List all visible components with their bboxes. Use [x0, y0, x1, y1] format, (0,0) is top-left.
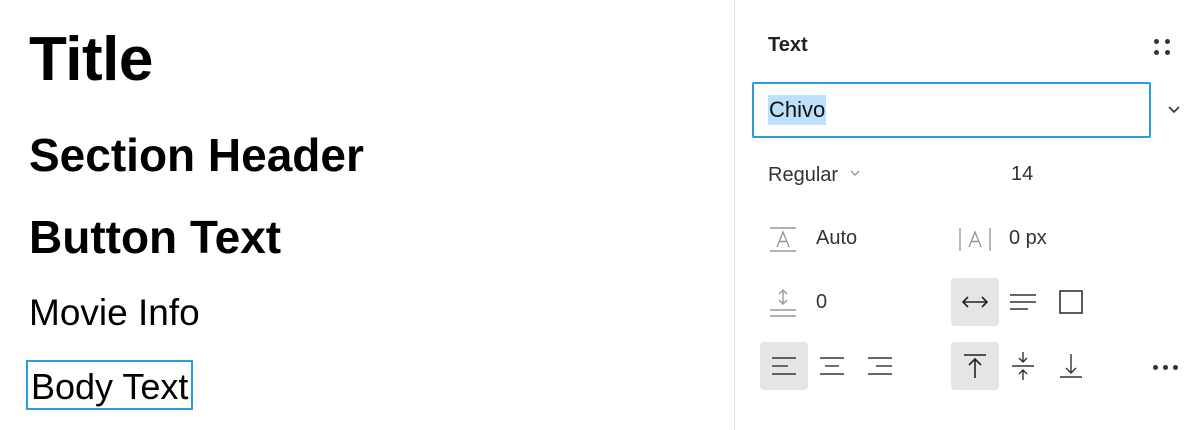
- fixed-size-icon: [1059, 290, 1083, 314]
- fixed-size-button[interactable]: [1047, 278, 1095, 326]
- align-top-button[interactable]: [951, 342, 999, 390]
- font-weight-value: Regular: [768, 163, 839, 186]
- chevron-down-icon[interactable]: [1165, 100, 1183, 118]
- auto-height-button[interactable]: [999, 278, 1047, 326]
- align-middle-icon: [1012, 352, 1034, 380]
- text-layer-section-header[interactable]: Section Header: [29, 128, 364, 182]
- align-middle-button[interactable]: [999, 342, 1047, 390]
- font-family-value: Chivo: [768, 95, 827, 125]
- more-options-icon[interactable]: [1149, 352, 1183, 382]
- auto-width-button[interactable]: [951, 278, 999, 326]
- text-layer-movie-info[interactable]: Movie Info: [29, 292, 200, 334]
- auto-width-icon: [961, 296, 989, 308]
- paragraph-spacing-input[interactable]: 0: [816, 291, 827, 314]
- line-height-icon: [768, 224, 798, 254]
- style-grid-icon[interactable]: [1151, 36, 1173, 58]
- text-layer-button-text[interactable]: Button Text: [29, 210, 281, 264]
- panel-section-title: Text: [768, 34, 808, 56]
- align-center-icon: [820, 357, 844, 375]
- font-family-input[interactable]: Chivo: [752, 82, 1151, 138]
- align-bottom-icon: [1060, 354, 1082, 378]
- letter-spacing-icon: [957, 224, 991, 254]
- paragraph-spacing-icon: [768, 286, 798, 317]
- line-height-input[interactable]: Auto: [816, 227, 857, 250]
- design-canvas[interactable]: Title Section Header Button Text Movie I…: [0, 0, 734, 430]
- font-size-input[interactable]: 14: [1011, 163, 1033, 186]
- align-bottom-button[interactable]: [1047, 342, 1095, 390]
- align-left-button[interactable]: [760, 342, 808, 390]
- auto-height-icon: [1010, 294, 1036, 310]
- align-left-icon: [772, 357, 796, 375]
- text-layer-body-text-selected[interactable]: Body Text: [26, 360, 194, 411]
- chevron-down-icon: [848, 166, 862, 185]
- align-right-icon: [868, 357, 892, 375]
- text-properties-panel: Text Chivo Regular 14 Auto 0 px 0: [735, 0, 1188, 430]
- font-weight-select[interactable]: Regular: [768, 160, 862, 190]
- align-right-button[interactable]: [856, 342, 904, 390]
- text-layer-title[interactable]: Title: [29, 24, 153, 95]
- align-top-icon: [964, 354, 986, 378]
- align-center-button[interactable]: [808, 342, 856, 390]
- letter-spacing-input[interactable]: 0 px: [1009, 227, 1047, 250]
